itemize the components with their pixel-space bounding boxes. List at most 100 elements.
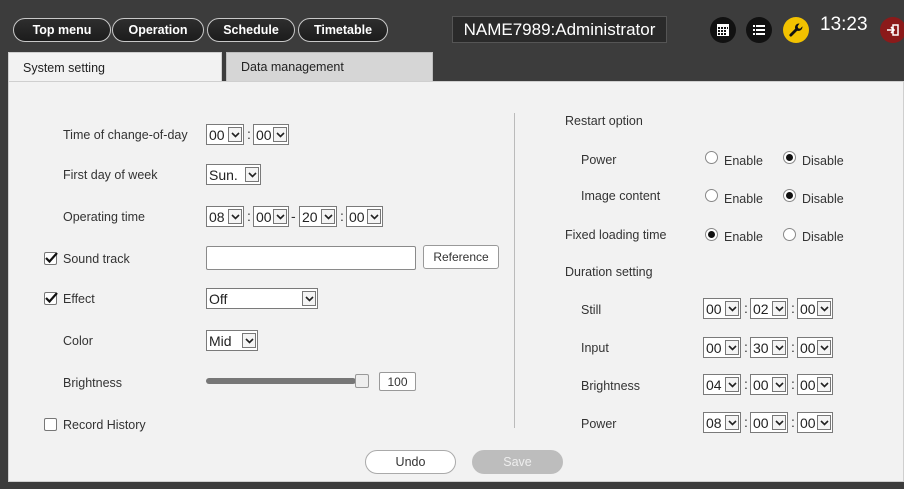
top-menu-button[interactable]: Top menu (13, 18, 111, 42)
duration-input-label: Input (581, 341, 609, 355)
timetable-button[interactable]: Timetable (298, 18, 388, 42)
duration-still-label: Still (581, 303, 602, 317)
duration-brightness-label: Brightness (581, 379, 641, 393)
sound-track-input[interactable] (206, 246, 416, 270)
chevron-down-icon (817, 340, 831, 355)
undo-button[interactable]: Undo (365, 450, 456, 474)
chevron-down-icon (817, 377, 831, 392)
operating-end-minute-select[interactable]: 00 (346, 206, 383, 227)
schedule-button[interactable]: Schedule (207, 18, 295, 42)
duration-power-second-select[interactable]: 00 (797, 412, 833, 433)
first-day-select[interactable]: Sun. (206, 164, 261, 185)
logout-icon[interactable] (880, 17, 904, 43)
fixed-loading-label: Fixed loading time (565, 228, 667, 242)
effect-select[interactable]: Off (206, 288, 318, 309)
fixed-loading-disable-radio[interactable] (783, 228, 796, 241)
duration-still-second-value: 00 (800, 300, 816, 317)
chevron-down-icon (772, 301, 786, 316)
operating-end-hour-select[interactable]: 20 (299, 206, 337, 227)
fixed-loading-disable-label: Disable (802, 230, 844, 244)
brightness-slider-handle[interactable] (355, 374, 369, 388)
time-separator: : (744, 300, 748, 316)
time-separator: : (791, 300, 795, 316)
color-select[interactable]: Mid (206, 330, 258, 351)
duration-brightness-second-value: 00 (800, 376, 816, 393)
save-button[interactable]: Save (472, 450, 563, 474)
chevron-down-icon (725, 340, 739, 355)
restart-option-heading: Restart option (565, 114, 643, 128)
chevron-down-icon (245, 167, 259, 182)
effect-checkbox[interactable] (44, 292, 58, 305)
power-restart-label: Power (581, 153, 617, 167)
operation-button[interactable]: Operation (112, 18, 204, 42)
chevron-down-icon (772, 415, 786, 430)
tab-data-management[interactable]: Data management (226, 52, 433, 82)
image-content-enable-radio[interactable] (705, 189, 718, 202)
column-divider (514, 113, 515, 428)
duration-input-minute-select[interactable]: 30 (750, 337, 788, 358)
top-bar: Top menu Operation Schedule Timetable NA… (0, 0, 904, 50)
change-of-day-minute-select[interactable]: 00 (253, 124, 289, 145)
time-separator: : (791, 339, 795, 355)
operating-end-hour-value: 20 (302, 208, 318, 225)
color-label: Color (63, 334, 93, 348)
duration-still-second-select[interactable]: 00 (797, 298, 833, 319)
sound-track-checkbox[interactable] (44, 252, 58, 265)
time-separator: : (247, 208, 251, 224)
wrench-icon[interactable] (783, 17, 809, 43)
change-of-day-hour-select[interactable]: 00 (206, 124, 244, 145)
chevron-down-icon (321, 209, 335, 224)
duration-power-hour-value: 08 (706, 414, 722, 431)
operating-end-minute-value: 00 (349, 208, 365, 225)
chevron-down-icon (228, 127, 242, 142)
time-separator: : (340, 208, 344, 224)
duration-power-hour-select[interactable]: 08 (703, 412, 741, 433)
chevron-down-icon (725, 415, 739, 430)
duration-power-minute-select[interactable]: 00 (750, 412, 788, 433)
first-day-label: First day of week (63, 168, 158, 182)
duration-power-second-value: 00 (800, 414, 816, 431)
duration-input-second-select[interactable]: 00 (797, 337, 833, 358)
effect-value: Off (209, 290, 228, 307)
time-separator: : (744, 376, 748, 392)
duration-input-hour-value: 00 (706, 339, 722, 356)
image-content-label: Image content (581, 189, 661, 203)
operating-start-hour-value: 08 (209, 208, 225, 225)
power-disable-radio[interactable] (783, 151, 796, 164)
brightness-label: Brightness (63, 376, 123, 390)
image-content-disable-radio[interactable] (783, 189, 796, 202)
record-history-checkbox[interactable] (44, 418, 57, 431)
power-enable-radio[interactable] (705, 151, 718, 164)
calendar-icon[interactable] (710, 17, 736, 43)
duration-brightness-second-select[interactable]: 00 (797, 374, 833, 395)
power-enable-label: Enable (724, 154, 763, 168)
change-of-day-hour-value: 00 (209, 126, 225, 143)
operating-start-hour-select[interactable]: 08 (206, 206, 244, 227)
checkmark-icon (45, 252, 58, 264)
chevron-down-icon (302, 291, 316, 306)
app-window: Top menu Operation Schedule Timetable NA… (0, 0, 904, 489)
duration-still-hour-select[interactable]: 00 (703, 298, 741, 319)
duration-power-minute-value: 00 (753, 414, 769, 431)
list-icon[interactable] (746, 17, 772, 43)
chevron-down-icon (367, 209, 381, 224)
duration-setting-heading: Duration setting (565, 265, 653, 279)
brightness-value: 100 (379, 372, 416, 391)
duration-brightness-minute-select[interactable]: 00 (750, 374, 788, 395)
change-of-day-label: Time of change-of-day (63, 128, 188, 142)
fixed-loading-enable-radio[interactable] (705, 228, 718, 241)
chevron-down-icon (817, 301, 831, 316)
tab-system-setting[interactable]: System setting (8, 52, 222, 82)
duration-input-minute-value: 30 (753, 339, 769, 356)
duration-brightness-hour-select[interactable]: 04 (703, 374, 741, 395)
duration-input-hour-select[interactable]: 00 (703, 337, 741, 358)
time-separator: : (744, 414, 748, 430)
sound-track-label: Sound track (63, 252, 130, 266)
operating-start-minute-value: 00 (256, 208, 272, 225)
image-content-enable-label: Enable (724, 192, 763, 206)
duration-brightness-hour-value: 04 (706, 376, 722, 393)
brightness-slider-track[interactable] (206, 378, 356, 384)
duration-still-minute-select[interactable]: 02 (750, 298, 788, 319)
operating-start-minute-select[interactable]: 00 (253, 206, 289, 227)
reference-button[interactable]: Reference (423, 245, 499, 269)
